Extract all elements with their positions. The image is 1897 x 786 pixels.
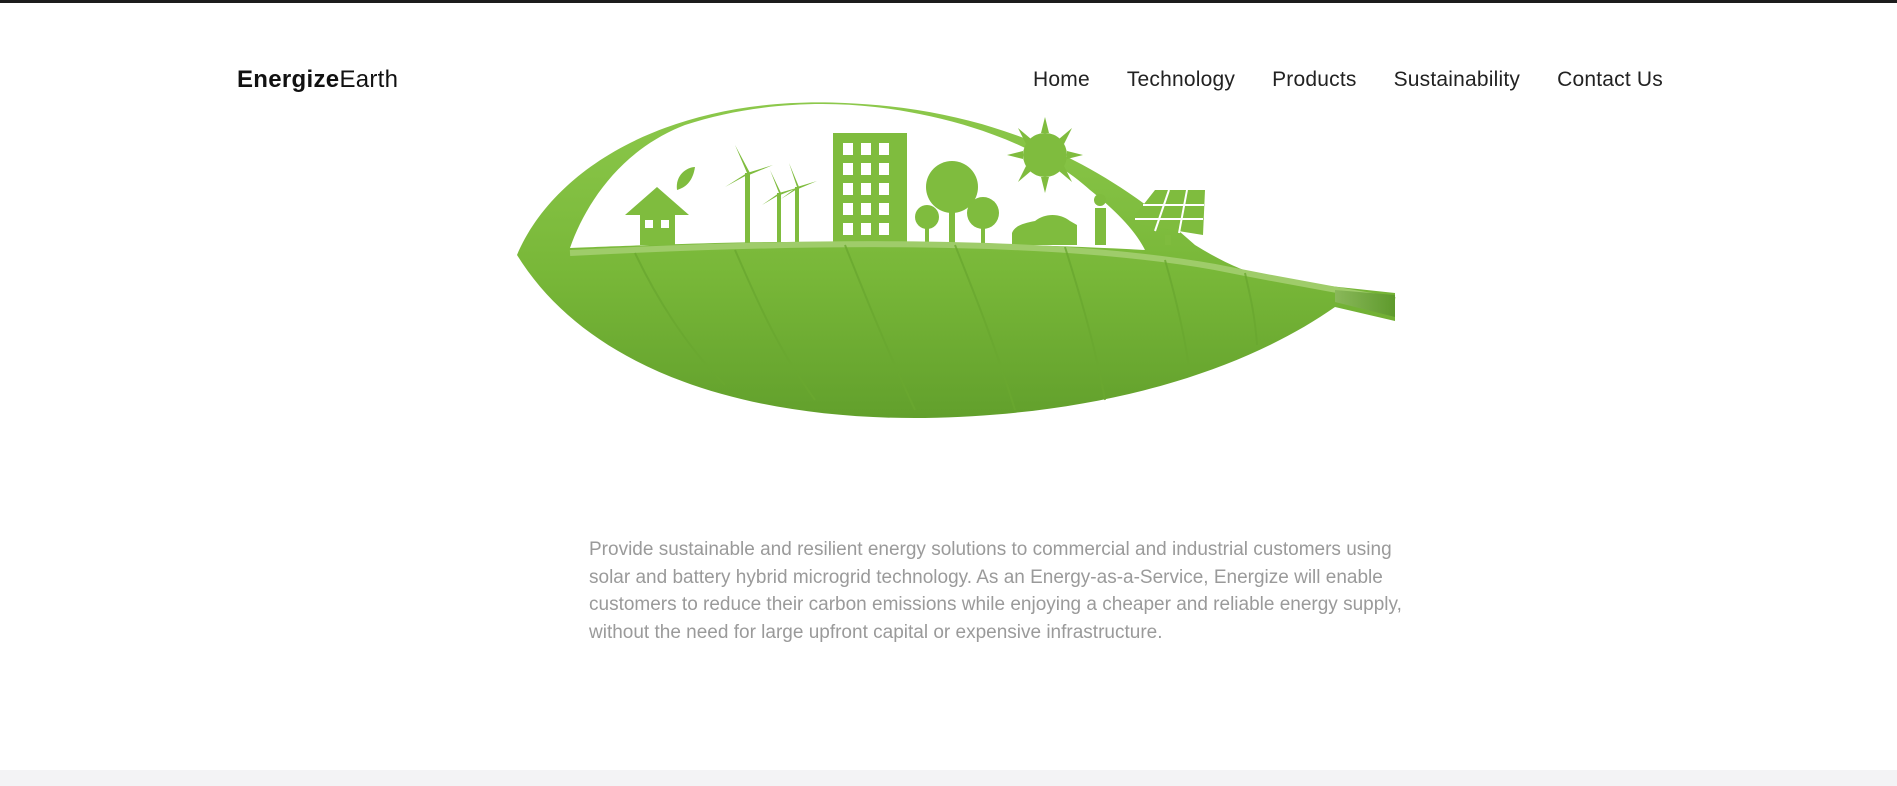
nav-item-products[interactable]: Products <box>1272 68 1356 92</box>
brand-logo[interactable]: EnergizeEarth <box>237 66 398 94</box>
brand-name-bold: Energize <box>237 66 340 93</box>
mission-statement: Provide sustainable and resilient energy… <box>589 539 1402 643</box>
nav-item-contact-us[interactable]: Contact Us <box>1557 68 1663 92</box>
footer-strip <box>0 770 1897 786</box>
brand-name-light: Earth <box>339 66 399 93</box>
nav-item-technology[interactable]: Technology <box>1127 68 1235 92</box>
nav-item-sustainability[interactable]: Sustainability <box>1394 68 1521 92</box>
main-nav: Home Technology Products Sustainability … <box>996 68 1663 92</box>
leaf-with-city-cutout-image <box>517 102 1396 419</box>
nav-item-home[interactable]: Home <box>1033 68 1090 92</box>
